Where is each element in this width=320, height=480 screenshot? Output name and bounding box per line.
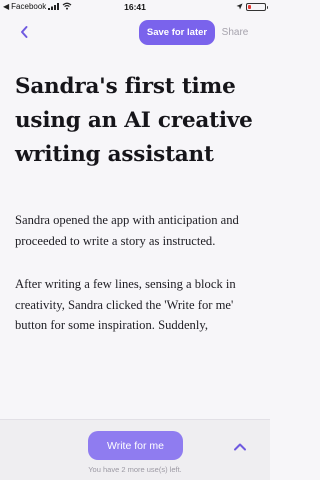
status-bar: ◀ Facebook 16:41 [0,0,270,14]
top-app-bar: Save for later Share [0,14,270,50]
article-title: Sandra's first time using an AI creative… [15,74,253,167]
back-button[interactable] [14,22,34,42]
article-paragraph-2[interactable]: After writing a few lines, sensing a blo… [15,274,260,336]
battery-level [248,5,251,9]
share-button[interactable]: Share [220,20,250,45]
bottom-action-panel: Write for me You have 2 more use(s) left… [0,419,270,480]
battery-icon [246,3,268,11]
uses-left-text: You have 2 more use(s) left. [88,465,182,474]
chevron-up-icon [234,443,246,450]
write-for-me-button[interactable]: Write for me [88,431,183,460]
save-for-later-button[interactable]: Save for later [139,20,215,45]
location-arrow-icon [236,3,243,12]
article-paragraph-1[interactable]: Sandra opened the app with anticipation … [15,210,260,251]
expand-panel-button[interactable] [228,435,252,457]
status-time: 16:41 [124,2,146,12]
app-screen: ◀ Facebook 16:41 Save for later Share Sa… [0,0,270,480]
status-right [236,2,268,12]
chevron-left-icon [21,26,28,38]
